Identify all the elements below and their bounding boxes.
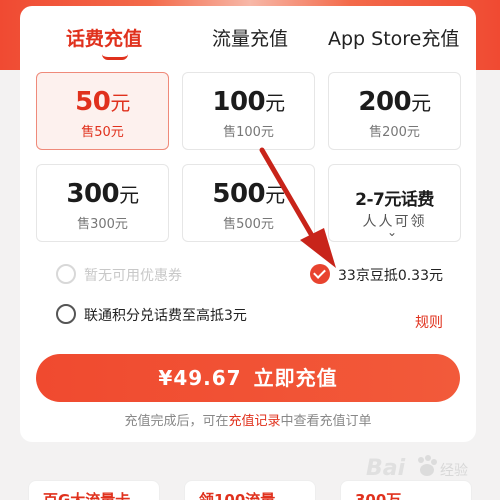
- tab-bar: 话费充值 流量充值 App Store充值: [20, 6, 476, 66]
- recharge-card: 话费充值 流量充值 App Store充值 50元 售50元 100元 售100…: [20, 6, 476, 442]
- amount-option-500[interactable]: 500元 售500元: [182, 164, 315, 242]
- amount-price: 售200元: [369, 125, 420, 140]
- note-before: 充值完成后，可在: [124, 414, 229, 429]
- amount-option-200[interactable]: 200元 售200元: [328, 72, 461, 150]
- amount-option-50[interactable]: 50元 售50元: [36, 72, 169, 150]
- points-radio[interactable]: [56, 304, 76, 324]
- offer-title: 2-7元话费: [355, 190, 434, 210]
- amount-unit: 元: [119, 183, 139, 207]
- amount-price: 售300元: [77, 217, 128, 232]
- watermark-sub: 经验: [440, 463, 468, 479]
- active-tab-indicator: [102, 54, 128, 60]
- recharge-history-link[interactable]: 充值记录: [228, 414, 280, 429]
- pay-price: ¥49.67: [158, 366, 242, 390]
- pay-label: 立即充值: [253, 366, 338, 390]
- promo-card-title: 300万: [355, 491, 402, 500]
- jd-beans-label: 33京豆抵0.33元: [338, 268, 443, 284]
- amount-value: 50: [75, 87, 111, 117]
- jd-beans-option[interactable]: 33京豆抵0.33元: [310, 262, 470, 286]
- promo-card[interactable]: 领100流量: [184, 480, 316, 500]
- chevron-down-icon: ⌄: [387, 225, 398, 239]
- rules-link[interactable]: 规则: [415, 312, 443, 332]
- jd-beans-checkbox[interactable]: [310, 264, 330, 284]
- amount-unit: 元: [265, 183, 285, 207]
- amount-price: 售500元: [223, 217, 274, 232]
- tab-phone-bill[interactable]: 话费充值: [66, 24, 142, 51]
- coupon-radio[interactable]: [56, 264, 76, 284]
- free-credit-offer[interactable]: 2-7元话费 人人可领 ⌄: [328, 164, 461, 242]
- note-after: 中查看充值订单: [280, 414, 372, 429]
- amount-unit: 元: [110, 91, 130, 115]
- promo-card-title: 领100流量: [199, 491, 276, 500]
- amount-price: 售50元: [81, 125, 124, 140]
- points-label: 联通积分兑话费至高抵3元: [84, 308, 247, 324]
- points-option[interactable]: 联通积分兑话费至高抵3元: [56, 302, 316, 326]
- amount-value: 300: [66, 179, 120, 209]
- coupon-label: 暂无可用优惠券: [84, 268, 182, 284]
- recharge-note: 充值完成后，可在充值记录中查看充值订单: [20, 410, 476, 429]
- amount-unit: 元: [411, 91, 431, 115]
- amount-unit: 元: [265, 91, 285, 115]
- tab-app-store[interactable]: App Store充值: [328, 24, 459, 51]
- watermark-text: Bai: [366, 456, 406, 481]
- watermark-logo: Bai 经验: [366, 450, 486, 490]
- promo-card-title: 百G大流量卡: [43, 491, 131, 500]
- amount-value: 200: [358, 87, 412, 117]
- amount-value: 500: [212, 179, 266, 209]
- coupon-option[interactable]: 暂无可用优惠券: [56, 262, 256, 286]
- paw-icon: [418, 455, 437, 476]
- promo-card[interactable]: 百G大流量卡: [28, 480, 160, 500]
- amount-option-100[interactable]: 100元 售100元: [182, 72, 315, 150]
- amount-value: 100: [212, 87, 266, 117]
- amount-option-300[interactable]: 300元 售300元: [36, 164, 169, 242]
- amount-price: 售100元: [223, 125, 274, 140]
- tab-data[interactable]: 流量充值: [212, 24, 288, 51]
- recharge-now-button[interactable]: ¥49.67 立即充值: [36, 354, 460, 402]
